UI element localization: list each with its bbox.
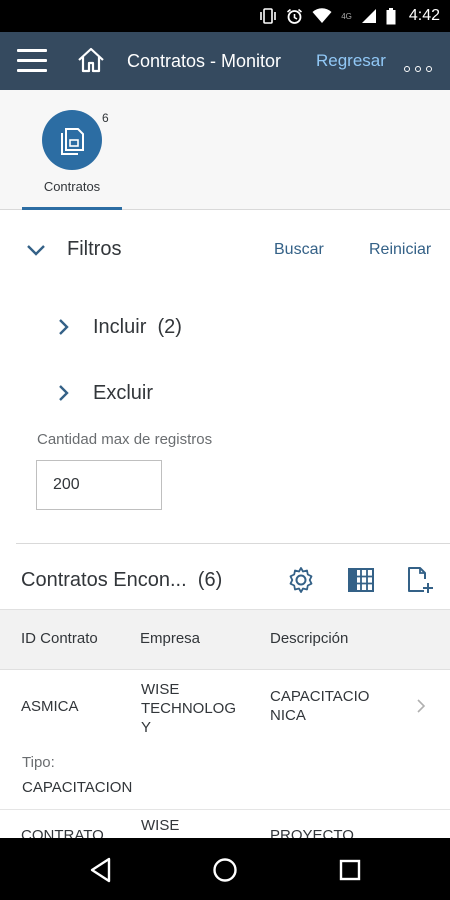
icon-tab-bar: 6 Contratos	[0, 90, 450, 210]
search-button[interactable]: Buscar	[274, 241, 324, 259]
cell-descripcion: CAPACITACIO NICA	[270, 688, 370, 724]
contract-document-icon	[61, 128, 84, 155]
divider	[16, 543, 450, 544]
clock: 4:42	[408, 7, 440, 24]
chevron-right-icon[interactable]	[414, 698, 428, 714]
include-label: Incluir (2)	[93, 316, 182, 338]
tab-selected-indicator	[22, 207, 122, 210]
cell-tipo-value: CAPACITACION	[22, 779, 133, 796]
column-header-id[interactable]: ID Contrato	[21, 630, 98, 647]
home-icon[interactable]	[76, 46, 106, 74]
column-header-empresa[interactable]: Empresa	[140, 630, 200, 647]
back-nav-icon[interactable]	[87, 856, 115, 884]
settings-icon[interactable]	[286, 565, 316, 595]
shell-bar: Contratos - Monitor Regresar	[0, 32, 450, 90]
table-header: ID Contrato Empresa Descripción	[0, 609, 450, 670]
max-records-input[interactable]	[36, 460, 162, 510]
more-options-icon[interactable]	[404, 66, 432, 72]
include-count: (2)	[157, 316, 182, 338]
cell-empresa: WISE TECHNOLOG Y	[141, 681, 237, 736]
column-header-descripcion[interactable]: Descripción	[270, 630, 348, 647]
table-row[interactable]: CONTRATO WISE PROYECTO	[0, 810, 450, 838]
tab-count: 6	[102, 111, 109, 125]
filter-include-row[interactable]: Incluir (2)	[50, 307, 410, 347]
network-type: 4G	[341, 11, 352, 21]
menu-icon[interactable]	[17, 49, 47, 73]
max-records-label: Cantidad max de registros	[37, 431, 213, 448]
new-document-icon[interactable]	[404, 565, 434, 595]
alarm-icon	[287, 8, 303, 24]
cell-descripcion: PROYECTO	[270, 827, 354, 838]
filters-title[interactable]: Filtros	[67, 238, 121, 261]
wifi-icon	[312, 8, 332, 23]
signal-icon	[361, 9, 376, 23]
chevron-right-icon	[59, 385, 69, 401]
cell-tipo-label: Tipo:	[22, 754, 55, 771]
chevron-right-icon	[59, 319, 69, 335]
filter-exclude-row[interactable]: Excluir	[50, 373, 410, 413]
recents-nav-icon[interactable]	[336, 856, 364, 884]
android-nav-bar	[0, 838, 450, 900]
cell-id: CONTRATO	[21, 827, 104, 838]
table-view-icon[interactable]	[346, 565, 376, 595]
tab-contratos[interactable]: 6 Contratos	[22, 90, 122, 210]
tab-label: Contratos	[43, 179, 101, 194]
filters-header: Filtros Buscar Reiniciar	[0, 226, 450, 272]
table-row[interactable]: ASMICA WISE TECHNOLOG Y CAPACITACIO NICA…	[0, 670, 450, 810]
home-nav-icon[interactable]	[211, 856, 239, 884]
page-title: Contratos - Monitor	[127, 51, 282, 71]
exclude-label: Excluir	[93, 382, 154, 404]
back-link[interactable]: Regresar	[316, 51, 386, 71]
status-bar: 4G 4:42	[0, 0, 450, 32]
table-count: (6)	[197, 569, 223, 591]
reset-button[interactable]: Reiniciar	[369, 241, 431, 259]
vibrate-icon	[260, 8, 276, 24]
battery-icon	[386, 7, 396, 24]
cell-empresa: WISE	[141, 817, 180, 834]
cell-id: ASMICA	[21, 698, 79, 715]
tab-icon-circle	[42, 110, 102, 170]
table-title: Contratos Encon... (6)	[21, 569, 223, 591]
chevron-down-icon[interactable]	[24, 238, 48, 262]
